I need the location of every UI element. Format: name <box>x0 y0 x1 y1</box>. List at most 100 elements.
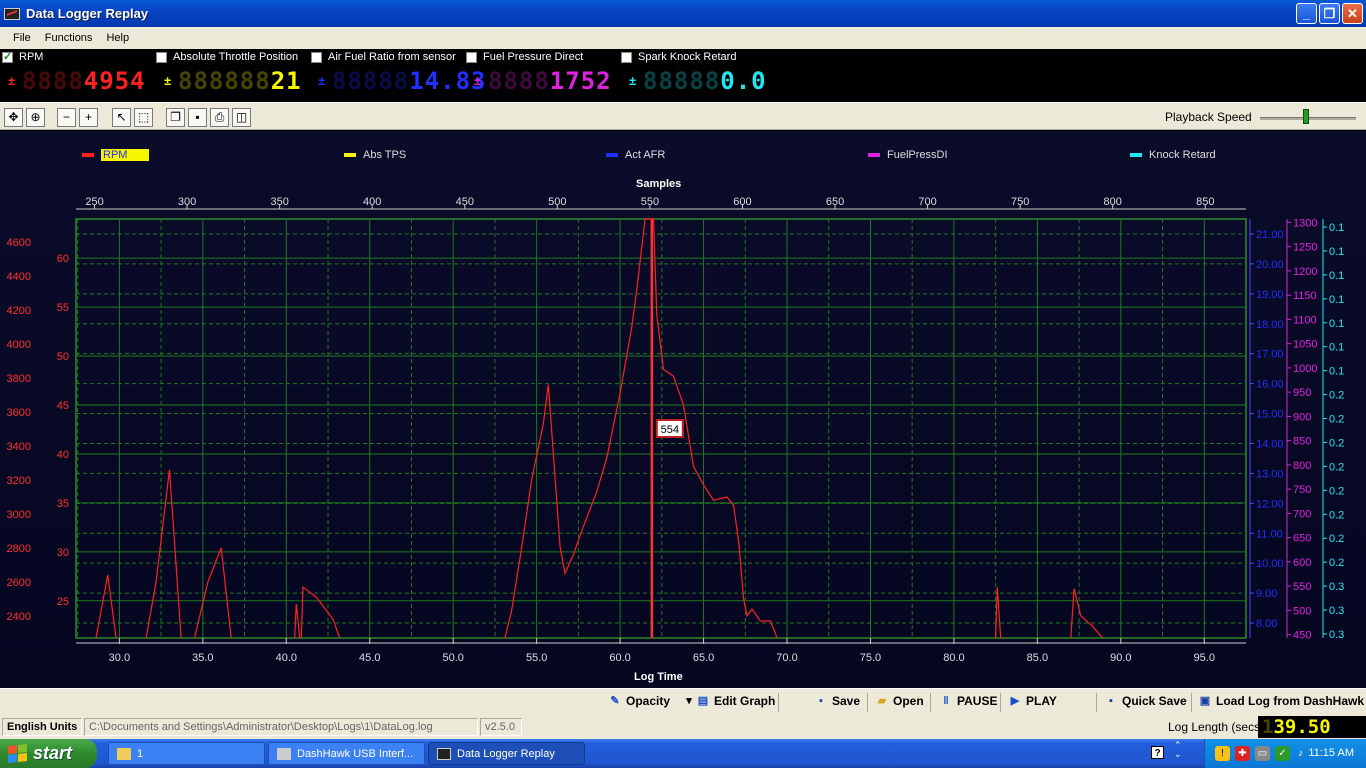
ghost-digits: 1 <box>1262 716 1274 738</box>
security-shield-icon[interactable]: ! <box>1215 746 1230 761</box>
y-tps-tick-label: 35 <box>57 498 69 510</box>
load-log-label: Load Log from DashHawk <box>1216 694 1365 708</box>
y-knock-tick-label: 0.2 <box>1329 390 1344 402</box>
status-bar: English Units C:\Documents and Settings\… <box>0 715 1366 739</box>
taskbar-item-folder[interactable]: 1 <box>108 742 265 765</box>
edit-graph-button[interactable]: ▤ Edit Graph <box>696 694 776 708</box>
vmware-icon[interactable]: ▭ <box>1255 746 1270 761</box>
x-top-tick-label: 300 <box>178 196 196 208</box>
taskbar-item-data-logger[interactable]: Data Logger Replay <box>428 742 585 765</box>
checkbox-icon[interactable] <box>311 51 322 63</box>
minimize-icon[interactable]: _ <box>1296 3 1317 24</box>
readout-value: 0.0 <box>720 67 767 95</box>
maximize-icon[interactable]: ❐ <box>1319 3 1340 24</box>
sign-icon: ± <box>8 74 17 88</box>
x-top-tick-label: 650 <box>826 196 844 208</box>
ghost-digits: 88888 <box>332 67 410 95</box>
checkbox-icon[interactable] <box>466 51 477 63</box>
version-status: v2.5.0 <box>480 718 522 736</box>
y-tps-tick-label: 30 <box>57 547 69 559</box>
channel-label: Spark Knock Retard <box>638 51 737 63</box>
y-afr-tick-label: 14.00 <box>1256 438 1284 450</box>
x-bottom-tick-label: 80.0 <box>943 652 964 664</box>
system-tray: ! ✚ ▭ ✓ ♪ 11:15 AM <box>1204 739 1366 768</box>
load-log-button[interactable]: ▣ Load Log from DashHawk <box>1198 694 1364 708</box>
pan-icon[interactable]: ✥ <box>4 108 23 127</box>
y-afr-tick-label: 9.00 <box>1256 588 1277 600</box>
start-button[interactable]: start <box>0 739 97 768</box>
dashhawk-app-icon <box>277 747 291 760</box>
y-rpm-tick-label: 4000 <box>7 339 31 351</box>
tray-expand-icon[interactable]: ⌃ ⌄ <box>1174 741 1182 759</box>
channel-label: Fuel Pressure Direct <box>483 51 584 63</box>
quick-save-button[interactable]: ▪ Quick Save <box>1104 694 1187 708</box>
x-bottom-tick-label: 95.0 <box>1194 652 1215 664</box>
ghost-digits: 88888 <box>643 67 721 95</box>
zoom-area-icon[interactable]: ⊕ <box>26 108 45 127</box>
save-button[interactable]: ▪ Save <box>814 694 860 708</box>
channel-checkbox-knock[interactable]: Spark Knock Retard <box>621 51 736 63</box>
volume-icon[interactable]: ♪ <box>1293 746 1308 761</box>
y-knock-tick-label: 0.1 <box>1329 318 1344 330</box>
antivirus-icon[interactable]: ✚ <box>1235 746 1250 761</box>
save-icon[interactable]: ▪ <box>188 108 207 127</box>
pause-button[interactable]: ‖ PAUSE <box>939 694 997 708</box>
window-title: Data Logger Replay <box>26 6 149 21</box>
data-chart[interactable]: 30.0 35.0 40.0 45.0 50.0 55.0 60.0 65.0 70.0 75.0… <box>0 131 1366 688</box>
menu-functions[interactable]: Functions <box>38 32 100 44</box>
channel-checkbox-fuel-pressure[interactable]: Fuel Pressure Direct <box>466 51 583 63</box>
fuel-pressure-readout: ±8888 1752 <box>474 66 612 96</box>
y-fuel-press-tick-label: 500 <box>1293 605 1311 617</box>
channel-checkbox-afr[interactable]: Air Fuel Ratio from sensor <box>311 51 456 63</box>
pointer-icon[interactable]: ↖ <box>112 108 131 127</box>
y-afr-tick-label: 19.00 <box>1256 289 1284 301</box>
zoom-in-icon[interactable]: + <box>79 108 98 127</box>
folder-icon <box>117 747 131 760</box>
y-rpm-tick-label: 4200 <box>7 305 31 317</box>
task-label: DashHawk USB Interf... <box>297 747 414 760</box>
y-fuel-press-tick-label: 450 <box>1293 630 1311 642</box>
close-icon[interactable]: ✕ <box>1342 3 1363 24</box>
x-top-tick-label: 700 <box>918 196 936 208</box>
y-rpm-tick-label: 3200 <box>7 475 31 487</box>
zoom-out-icon[interactable]: − <box>57 108 76 127</box>
x-top-tick-label: 450 <box>456 196 474 208</box>
x-bottom-tick-label: 90.0 <box>1110 652 1131 664</box>
checkbox-icon[interactable] <box>621 51 632 63</box>
help-icon[interactable]: ? <box>1151 746 1164 759</box>
y-fuel-press-tick-label: 800 <box>1293 460 1311 472</box>
menu-file[interactable]: File <box>6 32 38 44</box>
menu-help[interactable]: Help <box>99 32 136 44</box>
x-bottom-tick-label: 45.0 <box>359 652 380 664</box>
opacity-button[interactable]: ✎ Opacity <box>608 694 670 708</box>
y-knock-tick-label: 0.1 <box>1329 270 1344 282</box>
network-icon[interactable]: ✓ <box>1275 746 1290 761</box>
x-bottom-tick-label: 50.0 <box>442 652 463 664</box>
taskbar-item-dashhawk[interactable]: DashHawk USB Interf... <box>268 742 425 765</box>
playback-speed-thumb[interactable] <box>1303 109 1310 124</box>
print-icon[interactable]: ⎙ <box>210 108 229 127</box>
y-afr-tick-label: 16.00 <box>1256 379 1284 391</box>
print-preview-icon[interactable]: ◫ <box>232 108 251 127</box>
y-fuel-press-tick-label: 1050 <box>1293 339 1317 351</box>
select-box-icon[interactable]: ⬚ <box>134 108 153 127</box>
opacity-icon: ✎ <box>610 695 620 707</box>
open-button[interactable]: ▰ Open <box>875 694 924 708</box>
clock[interactable]: 11:15 AM <box>1308 747 1354 759</box>
x-bottom-tick-label: 85.0 <box>1027 652 1048 664</box>
y-knock-tick-label: 0.2 <box>1329 461 1344 473</box>
play-label: PLAY <box>1026 694 1057 708</box>
quick-save-label: Quick Save <box>1122 694 1187 708</box>
channel-checkbox-rpm[interactable]: RPM <box>2 50 43 63</box>
checkbox-icon[interactable] <box>2 50 13 63</box>
separator <box>1191 693 1192 712</box>
copy-icon[interactable]: ❐ <box>166 108 185 127</box>
channel-checkbox-throttle[interactable]: Absolute Throttle Position <box>156 51 298 63</box>
checkbox-icon[interactable] <box>156 51 167 63</box>
play-button[interactable]: ▶ PLAY <box>1008 694 1057 708</box>
y-fuel-press-tick-label: 850 <box>1293 436 1311 448</box>
title-bar: Data Logger Replay _ ❐ ✕ <box>0 0 1366 27</box>
y-afr-tick-label: 10.00 <box>1256 558 1284 570</box>
opacity-label: Opacity <box>626 694 671 708</box>
readout-value: 4954 <box>83 67 146 95</box>
